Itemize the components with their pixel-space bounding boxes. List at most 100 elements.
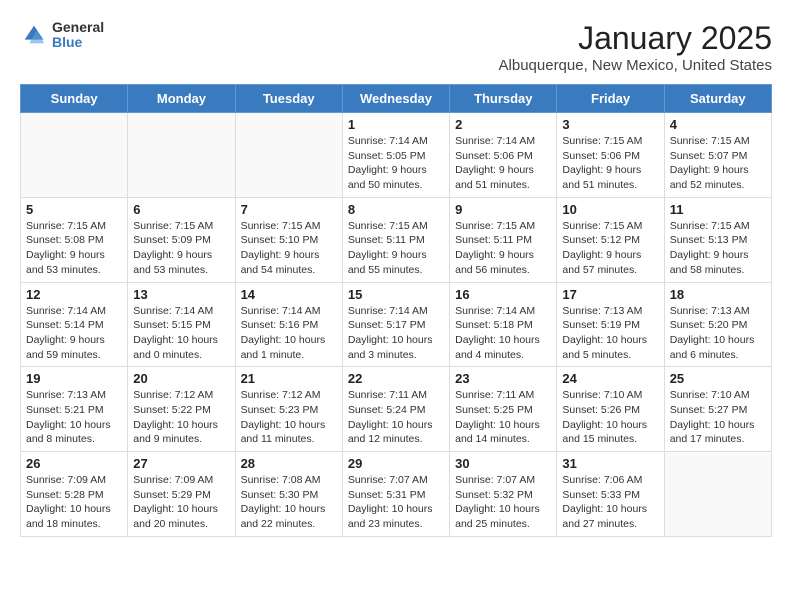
day-number: 19 <box>26 371 122 386</box>
calendar-cell <box>664 452 771 537</box>
day-number: 5 <box>26 202 122 217</box>
calendar-cell: 18 Sunrise: 7:13 AM Sunset: 5:20 PM Dayli… <box>664 282 771 367</box>
calendar-cell: 26 Sunrise: 7:09 AM Sunset: 5:28 PM Dayli… <box>21 452 128 537</box>
day-content: Sunrise: 7:12 AM Sunset: 5:22 PM Dayligh… <box>133 388 229 447</box>
title-area: January 2025 Albuquerque, New Mexico, Un… <box>499 20 772 74</box>
calendar-cell: 22 Sunrise: 7:11 AM Sunset: 5:24 PM Dayli… <box>342 367 449 452</box>
calendar-cell: 17Sunrise: 7:13 AM Sunset: 5:19 PM Dayli… <box>557 282 664 367</box>
calendar-cell: 7 Sunrise: 7:15 AM Sunset: 5:10 PM Daylig… <box>235 197 342 282</box>
day-content: Sunrise: 7:11 AM Sunset: 5:24 PM Dayligh… <box>348 388 444 447</box>
week-row-3: 12Sunrise: 7:14 AM Sunset: 5:14 PM Dayli… <box>21 282 772 367</box>
calendar-table: SundayMondayTuesdayWednesdayThursdayFrid… <box>20 84 772 537</box>
day-content: Sunrise: 7:10 AM Sunset: 5:27 PM Dayligh… <box>670 388 766 447</box>
calendar-cell: 27Sunrise: 7:09 AM Sunset: 5:29 PM Dayli… <box>128 452 235 537</box>
day-content: Sunrise: 7:13 AM Sunset: 5:20 PM Dayligh… <box>670 304 766 363</box>
day-header-tuesday: Tuesday <box>235 85 342 113</box>
calendar-cell: 14Sunrise: 7:14 AM Sunset: 5:16 PM Dayli… <box>235 282 342 367</box>
calendar-cell: 1 Sunrise: 7:14 AM Sunset: 5:05 PM Daylig… <box>342 113 449 198</box>
calendar-title: January 2025 <box>499 20 772 57</box>
calendar-cell: 9 Sunrise: 7:15 AM Sunset: 5:11 PM Daylig… <box>450 197 557 282</box>
day-content: Sunrise: 7:12 AM Sunset: 5:23 PM Dayligh… <box>241 388 337 447</box>
logo-icon <box>20 21 48 49</box>
day-content: Sunrise: 7:15 AM Sunset: 5:06 PM Dayligh… <box>562 134 658 193</box>
calendar-cell: 15 Sunrise: 7:14 AM Sunset: 5:17 PM Dayli… <box>342 282 449 367</box>
week-row-5: 26 Sunrise: 7:09 AM Sunset: 5:28 PM Dayli… <box>21 452 772 537</box>
day-header-wednesday: Wednesday <box>342 85 449 113</box>
calendar-cell: 2Sunrise: 7:14 AM Sunset: 5:06 PM Daylig… <box>450 113 557 198</box>
day-number: 11 <box>670 202 766 217</box>
calendar-cell: 12Sunrise: 7:14 AM Sunset: 5:14 PM Dayli… <box>21 282 128 367</box>
day-content: Sunrise: 7:14 AM Sunset: 5:16 PM Dayligh… <box>241 304 337 363</box>
day-content: Sunrise: 7:15 AM Sunset: 5:13 PM Dayligh… <box>670 219 766 278</box>
day-number: 8 <box>348 202 444 217</box>
day-content: Sunrise: 7:14 AM Sunset: 5:18 PM Dayligh… <box>455 304 551 363</box>
calendar-cell: 25 Sunrise: 7:10 AM Sunset: 5:27 PM Dayli… <box>664 367 771 452</box>
day-content: Sunrise: 7:09 AM Sunset: 5:28 PM Dayligh… <box>26 473 122 532</box>
days-header-row: SundayMondayTuesdayWednesdayThursdayFrid… <box>21 85 772 113</box>
day-content: Sunrise: 7:15 AM Sunset: 5:11 PM Dayligh… <box>348 219 444 278</box>
calendar-cell: 24 Sunrise: 7:10 AM Sunset: 5:26 PM Dayli… <box>557 367 664 452</box>
day-content: Sunrise: 7:06 AM Sunset: 5:33 PM Dayligh… <box>562 473 658 532</box>
day-number: 31 <box>562 456 658 471</box>
day-number: 1 <box>348 117 444 132</box>
week-row-4: 19 Sunrise: 7:13 AM Sunset: 5:21 PM Dayli… <box>21 367 772 452</box>
day-content: Sunrise: 7:15 AM Sunset: 5:09 PM Dayligh… <box>133 219 229 278</box>
day-content: Sunrise: 7:15 AM Sunset: 5:12 PM Dayligh… <box>562 219 658 278</box>
calendar-cell: 31 Sunrise: 7:06 AM Sunset: 5:33 PM Dayli… <box>557 452 664 537</box>
calendar-cell: 20Sunrise: 7:12 AM Sunset: 5:22 PM Dayli… <box>128 367 235 452</box>
day-number: 18 <box>670 287 766 302</box>
day-content: Sunrise: 7:10 AM Sunset: 5:26 PM Dayligh… <box>562 388 658 447</box>
day-number: 28 <box>241 456 337 471</box>
calendar-cell: 10 Sunrise: 7:15 AM Sunset: 5:12 PM Dayli… <box>557 197 664 282</box>
calendar-cell: 11 Sunrise: 7:15 AM Sunset: 5:13 PM Dayli… <box>664 197 771 282</box>
day-header-sunday: Sunday <box>21 85 128 113</box>
day-content: Sunrise: 7:14 AM Sunset: 5:15 PM Dayligh… <box>133 304 229 363</box>
day-number: 26 <box>26 456 122 471</box>
day-number: 17 <box>562 287 658 302</box>
day-number: 23 <box>455 371 551 386</box>
day-number: 7 <box>241 202 337 217</box>
day-number: 13 <box>133 287 229 302</box>
calendar-cell: 23Sunrise: 7:11 AM Sunset: 5:25 PM Dayli… <box>450 367 557 452</box>
logo-general-text: General <box>52 20 104 35</box>
calendar-cell: 21 Sunrise: 7:12 AM Sunset: 5:23 PM Dayli… <box>235 367 342 452</box>
day-number: 6 <box>133 202 229 217</box>
day-number: 29 <box>348 456 444 471</box>
day-number: 3 <box>562 117 658 132</box>
day-number: 30 <box>455 456 551 471</box>
day-content: Sunrise: 7:14 AM Sunset: 5:17 PM Dayligh… <box>348 304 444 363</box>
calendar-cell: 19 Sunrise: 7:13 AM Sunset: 5:21 PM Dayli… <box>21 367 128 452</box>
day-number: 9 <box>455 202 551 217</box>
calendar-cell: 5 Sunrise: 7:15 AM Sunset: 5:08 PM Daylig… <box>21 197 128 282</box>
day-number: 24 <box>562 371 658 386</box>
day-number: 16 <box>455 287 551 302</box>
calendar-cell: 3 Sunrise: 7:15 AM Sunset: 5:06 PM Daylig… <box>557 113 664 198</box>
day-number: 15 <box>348 287 444 302</box>
day-number: 27 <box>133 456 229 471</box>
day-header-friday: Friday <box>557 85 664 113</box>
calendar-cell <box>235 113 342 198</box>
day-header-thursday: Thursday <box>450 85 557 113</box>
calendar-cell: 28 Sunrise: 7:08 AM Sunset: 5:30 PM Dayli… <box>235 452 342 537</box>
day-content: Sunrise: 7:15 AM Sunset: 5:11 PM Dayligh… <box>455 219 551 278</box>
week-row-1: 1 Sunrise: 7:14 AM Sunset: 5:05 PM Daylig… <box>21 113 772 198</box>
calendar-cell: 16 Sunrise: 7:14 AM Sunset: 5:18 PM Dayli… <box>450 282 557 367</box>
day-number: 10 <box>562 202 658 217</box>
day-number: 22 <box>348 371 444 386</box>
calendar-cell <box>21 113 128 198</box>
calendar-cell: 13 Sunrise: 7:14 AM Sunset: 5:15 PM Dayli… <box>128 282 235 367</box>
day-content: Sunrise: 7:13 AM Sunset: 5:21 PM Dayligh… <box>26 388 122 447</box>
day-header-monday: Monday <box>128 85 235 113</box>
day-content: Sunrise: 7:15 AM Sunset: 5:08 PM Dayligh… <box>26 219 122 278</box>
day-content: Sunrise: 7:14 AM Sunset: 5:05 PM Dayligh… <box>348 134 444 193</box>
day-number: 4 <box>670 117 766 132</box>
day-content: Sunrise: 7:08 AM Sunset: 5:30 PM Dayligh… <box>241 473 337 532</box>
day-number: 21 <box>241 371 337 386</box>
calendar-cell: 29Sunrise: 7:07 AM Sunset: 5:31 PM Dayli… <box>342 452 449 537</box>
week-row-2: 5 Sunrise: 7:15 AM Sunset: 5:08 PM Daylig… <box>21 197 772 282</box>
day-number: 25 <box>670 371 766 386</box>
day-number: 12 <box>26 287 122 302</box>
day-content: Sunrise: 7:07 AM Sunset: 5:32 PM Dayligh… <box>455 473 551 532</box>
day-number: 2 <box>455 117 551 132</box>
day-content: Sunrise: 7:15 AM Sunset: 5:10 PM Dayligh… <box>241 219 337 278</box>
